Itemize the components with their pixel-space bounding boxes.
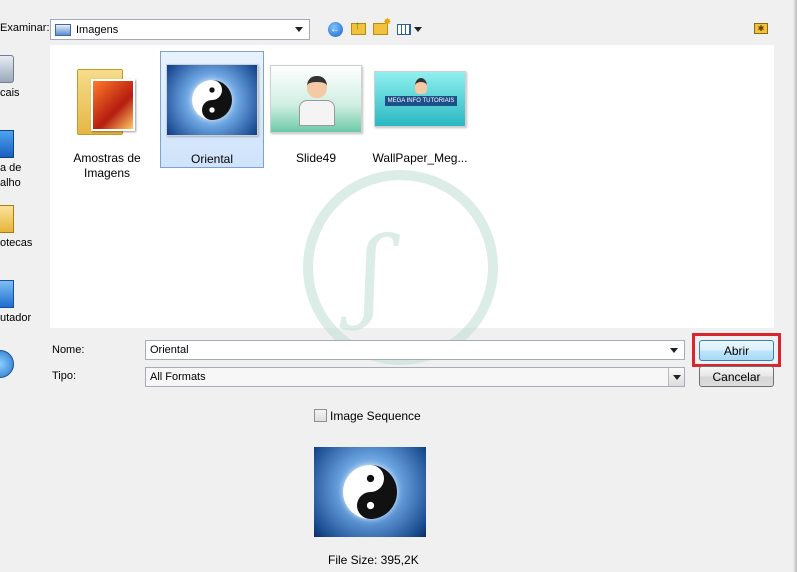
- computer-icon[interactable]: [0, 280, 14, 308]
- window-edge: [793, 0, 797, 572]
- favorite-folder-icon: ✱: [754, 22, 768, 34]
- up-folder-icon: [350, 18, 366, 35]
- place-label-recent[interactable]: cais: [0, 86, 20, 101]
- recent-places-icon[interactable]: [0, 55, 14, 83]
- cancel-button[interactable]: Cancelar: [699, 366, 774, 387]
- image-preview: [314, 447, 426, 537]
- pictures-folder-icon: [55, 23, 71, 36]
- watermark-logo: ʃ: [303, 170, 498, 365]
- chevron-down-icon: [295, 27, 303, 32]
- image-thumbnail: [166, 64, 258, 136]
- open-button[interactable]: Abrir: [699, 340, 774, 361]
- back-arrow-icon: ←: [327, 21, 343, 37]
- filename-label: Nome:: [52, 344, 85, 356]
- image-sequence-checkbox[interactable]: [314, 409, 327, 422]
- desktop-icon[interactable]: [0, 130, 14, 158]
- chevron-down-icon: [413, 26, 422, 32]
- views-menu-button[interactable]: [395, 19, 423, 39]
- place-label-desktop[interactable]: a de alho: [0, 161, 21, 191]
- chevron-down-icon[interactable]: [672, 374, 681, 380]
- up-folder-button[interactable]: [348, 18, 368, 39]
- filename-value: Oriental: [150, 344, 189, 356]
- look-in-dropdown[interactable]: Imagens: [50, 19, 310, 40]
- file-item[interactable]: MEGA INFO TUTORIAIS WallPaper_Meg...: [368, 51, 472, 166]
- filename-input[interactable]: Oriental: [145, 340, 685, 360]
- views-grid-icon: [396, 23, 411, 35]
- place-label-libraries[interactable]: otecas: [0, 236, 32, 251]
- file-item-folder[interactable]: Amostras de Imagens: [55, 51, 159, 181]
- filetype-value: All Formats: [150, 371, 206, 383]
- file-item[interactable]: Slide49: [264, 51, 368, 166]
- libraries-icon[interactable]: [0, 205, 14, 233]
- new-folder-icon: [372, 17, 392, 35]
- back-button[interactable]: ←: [325, 19, 345, 39]
- image-thumbnail: [270, 65, 362, 133]
- file-name: Amostras de Imagens: [73, 151, 141, 180]
- filetype-dropdown[interactable]: All Formats: [145, 367, 685, 387]
- image-thumbnail: MEGA INFO TUTORIAIS: [374, 71, 466, 127]
- yin-yang-icon: [343, 465, 397, 519]
- file-name: Slide49: [295, 151, 337, 165]
- chevron-down-icon[interactable]: [670, 347, 678, 353]
- favorites-button[interactable]: ✱: [752, 20, 770, 36]
- file-name: WallPaper_Meg...: [372, 151, 468, 165]
- file-size-text: File Size: 395,2K: [328, 553, 419, 567]
- yin-yang-icon: [192, 80, 232, 120]
- look-in-label: Examinar:: [0, 22, 50, 34]
- file-item-selected[interactable]: Oriental: [160, 51, 264, 168]
- image-sequence-label[interactable]: Image Sequence: [330, 409, 421, 423]
- new-folder-button[interactable]: [370, 17, 392, 39]
- filetype-label: Tipo:: [52, 370, 77, 382]
- look-in-value: Imagens: [76, 23, 119, 36]
- network-icon[interactable]: [0, 350, 14, 378]
- file-name: Oriental: [190, 152, 234, 166]
- place-label-computer[interactable]: utador: [0, 311, 31, 326]
- folder-icon: [77, 63, 137, 135]
- thumbnail-banner-text: MEGA INFO TUTORIAIS: [385, 96, 457, 106]
